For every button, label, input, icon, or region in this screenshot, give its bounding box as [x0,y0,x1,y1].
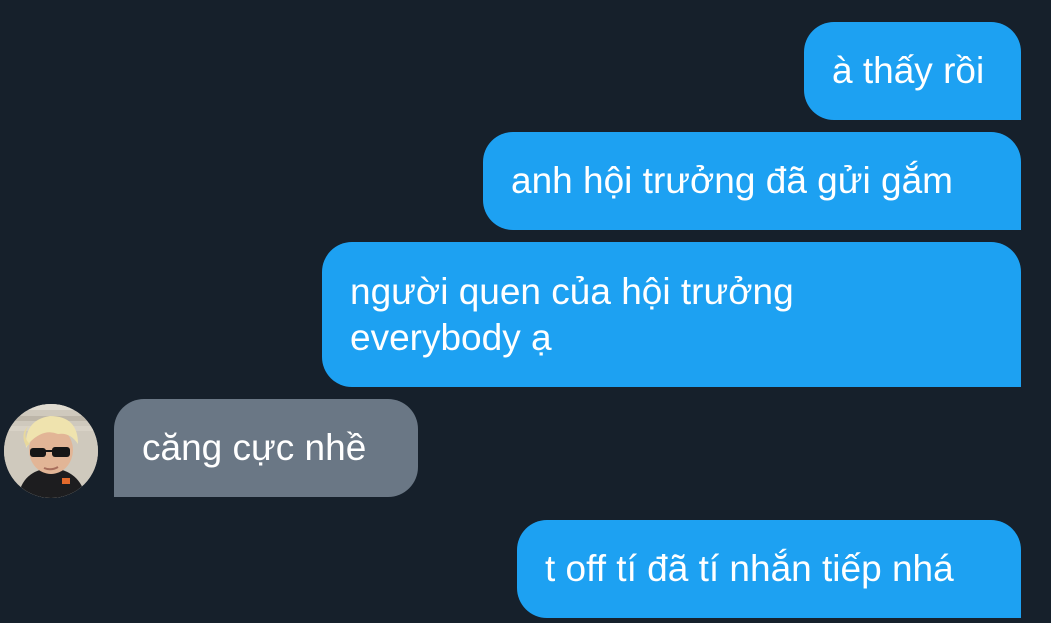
message-bubble-outgoing[interactable]: người quen của hội trưởng everybody ạ [322,242,1021,387]
message-text: anh hội trưởng đã gửi gắm [511,160,953,201]
message-bubble-outgoing[interactable]: t off tí đã tí nhắn tiếp nhá [517,520,1021,618]
message-text: à thấy rồi [832,50,985,91]
user-avatar[interactable] [4,404,98,498]
message-text: căng cực nhề [142,427,367,468]
message-text: t off tí đã tí nhắn tiếp nhá [545,548,954,589]
chat-thread: à thấy rồi anh hội trưởng đã gửi gắm ngư… [0,0,1051,623]
message-text: người quen của hội trưởng everybody ạ [350,270,794,358]
message-bubble-outgoing[interactable]: anh hội trưởng đã gửi gắm [483,132,1021,230]
message-bubble-incoming[interactable]: căng cực nhề [114,399,418,497]
avatar-image [4,404,98,498]
message-bubble-outgoing[interactable]: à thấy rồi [804,22,1021,120]
